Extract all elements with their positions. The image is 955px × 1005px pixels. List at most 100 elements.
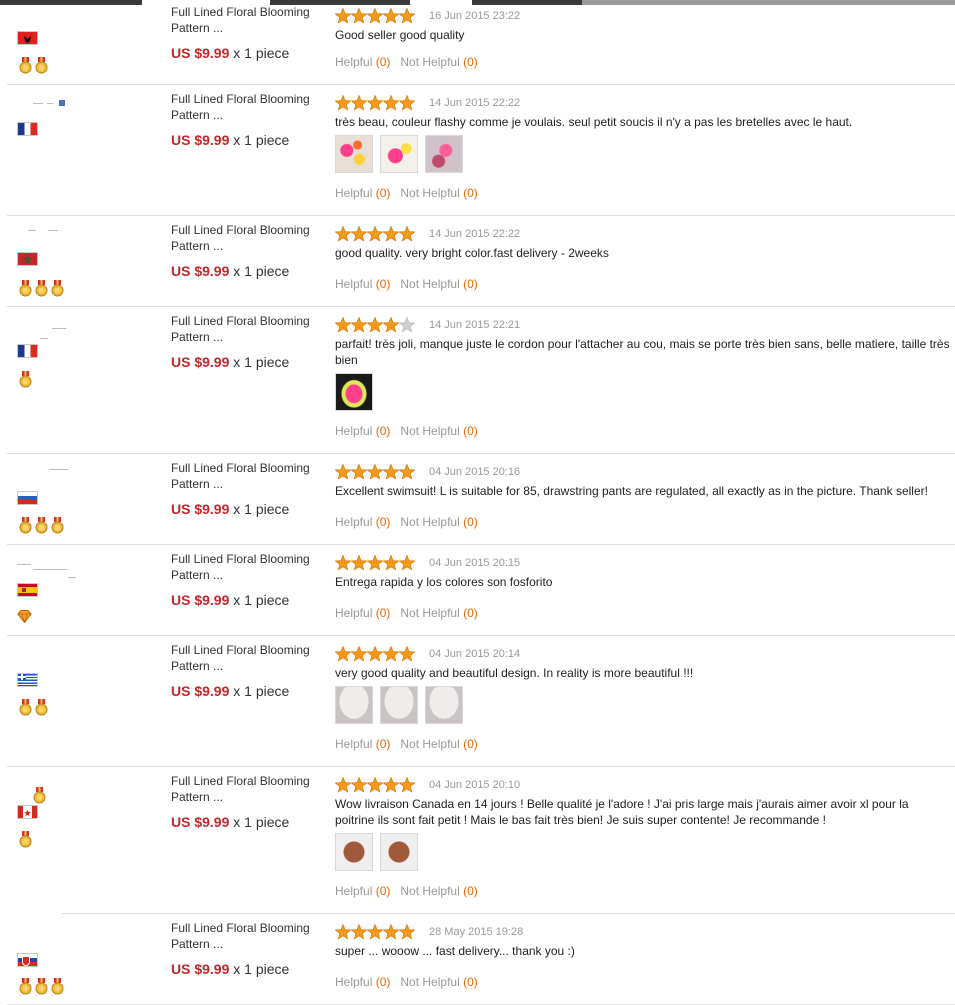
helpful-button[interactable]: Helpful (0)	[335, 515, 390, 529]
review-item: Full Lined Floral Blooming Pattern ... US …	[0, 636, 955, 767]
helpful-label: Helpful	[335, 515, 373, 529]
product-info: Full Lined Floral Blooming Pattern ... US …	[171, 91, 331, 149]
review-body: 04 Jun 2015 20:16 Excellent swimsuit! L i…	[335, 463, 950, 499]
product-title-line: Pattern ...	[171, 477, 224, 491]
review-header: 14 Jun 2015 22:22	[335, 225, 950, 243]
product-title-link[interactable]: Full Lined Floral Blooming Pattern ...	[171, 91, 331, 123]
price-amount: US $9.99	[171, 683, 230, 699]
not-helpful-count: (0)	[463, 277, 478, 291]
helpful-button[interactable]: Helpful (0)	[335, 884, 390, 898]
review-item: Full Lined Floral Blooming Pattern ... US …	[0, 216, 955, 307]
order-price: US $9.99 x 1 piece	[171, 263, 331, 280]
not-helpful-button[interactable]: Not Helpful (0)	[400, 606, 477, 620]
gold-medal-icon	[51, 517, 64, 534]
star-filled-icon	[335, 646, 351, 662]
star-filled-icon	[351, 8, 367, 24]
not-helpful-button[interactable]: Not Helpful (0)	[400, 975, 477, 989]
review-text: parfait! très joli, manque juste le cord…	[335, 337, 950, 367]
product-info: Full Lined Floral Blooming Pattern ... US …	[171, 313, 331, 371]
star-filled-icon	[383, 777, 399, 793]
gold-medal-icon	[19, 280, 32, 297]
star-filled-icon	[399, 555, 415, 571]
review-date: 16 Jun 2015 23:22	[429, 10, 521, 22]
product-title-link[interactable]: Full Lined Floral Blooming Pattern ...	[171, 4, 331, 36]
helpful-button[interactable]: Helpful (0)	[335, 186, 390, 200]
review-text: Excellent swimsuit! L is suitable for 85…	[335, 484, 928, 498]
order-quantity: x 1 piece	[233, 501, 290, 517]
product-title-link[interactable]: Full Lined Floral Blooming Pattern ...	[171, 222, 331, 254]
review-photo-thumbnail[interactable]	[380, 135, 418, 173]
product-info: Full Lined Floral Blooming Pattern ... US …	[171, 222, 331, 280]
review-date: 04 Jun 2015 20:16	[429, 466, 521, 478]
star-filled-icon	[351, 646, 367, 662]
review-photo-thumbnail[interactable]	[425, 135, 463, 173]
helpful-label: Helpful	[335, 884, 373, 898]
order-quantity: x 1 piece	[233, 132, 290, 148]
star-filled-icon	[383, 924, 399, 940]
review-photo-thumbnail[interactable]	[380, 833, 418, 871]
product-title-link[interactable]: Full Lined Floral Blooming Pattern ...	[171, 460, 331, 492]
helpful-button[interactable]: Helpful (0)	[335, 606, 390, 620]
review-date: 14 Jun 2015 22:22	[429, 97, 521, 109]
review-photo-thumbnail[interactable]	[335, 686, 373, 724]
helpful-label: Helpful	[335, 55, 373, 69]
helpful-button[interactable]: Helpful (0)	[335, 424, 390, 438]
star-filled-icon	[383, 95, 399, 111]
helpful-count: (0)	[375, 737, 391, 751]
review-date: 14 Jun 2015 22:21	[429, 319, 521, 331]
product-title-link[interactable]: Full Lined Floral Blooming Pattern ...	[171, 920, 331, 952]
review-body: 14 Jun 2015 22:22 très beau, couleur flas…	[335, 94, 950, 173]
not-helpful-count: (0)	[463, 515, 478, 529]
review-body: 04 Jun 2015 20:15 Entrega rapida y los co…	[335, 554, 950, 590]
price-amount: US $9.99	[171, 961, 230, 977]
product-title-link[interactable]: Full Lined Floral Blooming Pattern ...	[171, 313, 331, 345]
product-title-link[interactable]: Full Lined Floral Blooming Pattern ...	[171, 642, 331, 674]
helpful-button[interactable]: Helpful (0)	[335, 277, 390, 291]
review-photo-thumbnail[interactable]	[335, 373, 373, 411]
diamond-icon	[17, 610, 32, 627]
not-helpful-label: Not Helpful	[400, 884, 460, 898]
star-filled-icon	[399, 924, 415, 940]
review-photo-thumbnail[interactable]	[425, 686, 463, 724]
not-helpful-button[interactable]: Not Helpful (0)	[400, 884, 477, 898]
not-helpful-button[interactable]: Not Helpful (0)	[400, 515, 477, 529]
review-item: Full Lined Floral Blooming Pattern ... US …	[0, 914, 955, 1005]
star-filled-icon	[399, 777, 415, 793]
not-helpful-button[interactable]: Not Helpful (0)	[400, 55, 477, 69]
buyer-info	[0, 0, 165, 85]
helpful-label: Helpful	[335, 737, 373, 751]
not-helpful-button[interactable]: Not Helpful (0)	[400, 186, 477, 200]
star-filled-icon	[383, 226, 399, 242]
product-title-line: Pattern ...	[171, 659, 224, 673]
star-filled-icon	[383, 555, 399, 571]
product-info: Full Lined Floral Blooming Pattern ... US …	[171, 642, 331, 700]
review-photo-thumbnail[interactable]	[335, 135, 373, 173]
not-helpful-count: (0)	[463, 884, 478, 898]
review-date: 04 Jun 2015 20:10	[429, 779, 521, 791]
price-amount: US $9.99	[171, 592, 230, 608]
review-text: good quality. very bright color.fast del…	[335, 246, 609, 260]
product-info: Full Lined Floral Blooming Pattern ... US …	[171, 920, 331, 978]
price-amount: US $9.99	[171, 354, 230, 370]
product-title-link[interactable]: Full Lined Floral Blooming Pattern ...	[171, 551, 331, 583]
helpful-button[interactable]: Helpful (0)	[335, 55, 390, 69]
helpful-votes: Helpful (0) Not Helpful (0)	[335, 186, 478, 200]
helpful-count: (0)	[375, 186, 391, 200]
not-helpful-button[interactable]: Not Helpful (0)	[400, 737, 477, 751]
star-filled-icon	[335, 8, 351, 24]
helpful-button[interactable]: Helpful (0)	[335, 737, 390, 751]
star-filled-icon	[383, 646, 399, 662]
review-text: super ... wooow ... fast delivery... tha…	[335, 944, 575, 958]
product-title-line: Full Lined Floral Blooming	[171, 552, 310, 566]
spain-flag-icon	[17, 583, 38, 597]
not-helpful-count: (0)	[463, 186, 478, 200]
review-header: 14 Jun 2015 22:21	[335, 316, 950, 334]
not-helpful-button[interactable]: Not Helpful (0)	[400, 277, 477, 291]
review-text: Wow livraison Canada en 14 jours ! Belle…	[335, 797, 909, 827]
review-photo-thumbnail[interactable]	[335, 833, 373, 871]
helpful-button[interactable]: Helpful (0)	[335, 975, 390, 989]
not-helpful-button[interactable]: Not Helpful (0)	[400, 424, 477, 438]
product-title-link[interactable]: Full Lined Floral Blooming Pattern ...	[171, 773, 331, 805]
review-photo-thumbnail[interactable]	[380, 686, 418, 724]
star-filled-icon	[383, 317, 399, 333]
